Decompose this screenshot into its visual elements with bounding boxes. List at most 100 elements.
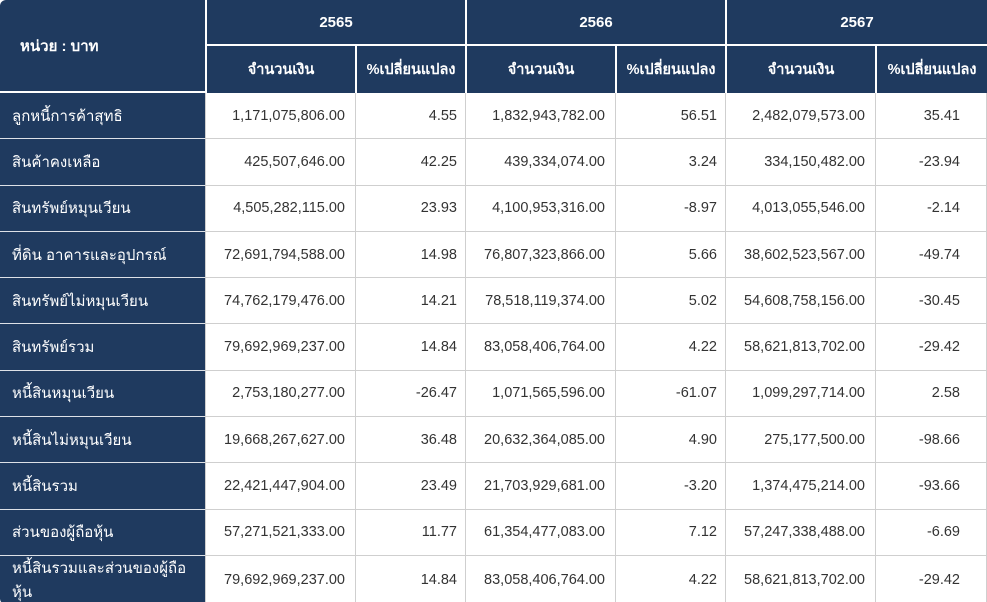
change-2565: 36.48: [355, 417, 465, 464]
amount-2566: 83,058,406,764.00: [465, 555, 615, 602]
row-label: สินทรัพย์รวม: [0, 324, 205, 371]
change-2567: 35.41: [875, 93, 987, 140]
change-2567: -93.66: [875, 463, 987, 510]
row-label: ที่ดิน อาคารและอุปกรณ์: [0, 231, 205, 279]
amount-2567: 334,150,482.00: [725, 139, 875, 186]
amount-2566: 76,807,323,866.00: [465, 231, 615, 279]
amount-2565: 57,271,521,333.00: [205, 509, 355, 556]
change-2566: 4.22: [615, 324, 725, 371]
amount-2565: 74,762,179,476.00: [205, 278, 355, 325]
change-2565: 14.98: [355, 231, 465, 279]
change-2566: 4.90: [615, 417, 725, 464]
row-label: สินทรัพย์ไม่หมุนเวียน: [0, 278, 205, 325]
change-2567: -6.69: [875, 509, 987, 556]
amount-2566: 83,058,406,764.00: [465, 324, 615, 371]
amount-2567: 57,247,338,488.00: [725, 509, 875, 556]
change-2565: 42.25: [355, 139, 465, 186]
change-2565: 14.84: [355, 324, 465, 371]
change-2565: 11.77: [355, 509, 465, 556]
change-2567: 2.58: [875, 370, 987, 418]
amount-2566: 439,334,074.00: [465, 139, 615, 186]
amount-2565: 4,505,282,115.00: [205, 185, 355, 232]
amount-2565: 72,691,794,588.00: [205, 231, 355, 279]
change-2567: -29.42: [875, 555, 987, 602]
amount-2566: 20,632,364,085.00: [465, 417, 615, 464]
change-2566: -8.97: [615, 185, 725, 232]
financial-table: หน่วย : บาท 2565 2566 2567 จำนวนเงิน %เป…: [0, 0, 987, 602]
change-2565: 14.21: [355, 278, 465, 325]
change-2566: 5.02: [615, 278, 725, 325]
amount-2567: 1,374,475,214.00: [725, 463, 875, 510]
year-header-row: หน่วย : บาท 2565 2566 2567: [0, 0, 987, 93]
table-row: สินทรัพย์รวม 79,692,969,237.00 14.84 83,…: [0, 324, 987, 371]
amount-2565: 79,692,969,237.00: [205, 555, 355, 602]
change-2567: -23.94: [875, 139, 987, 186]
year-header-2567: 2567: [725, 0, 987, 46]
row-label: ส่วนของผู้ถือหุ้น: [0, 509, 205, 556]
change-2566: 4.22: [615, 555, 725, 602]
change-2567: -29.42: [875, 324, 987, 371]
row-label: หนี้สินรวมและส่วนของผู้ถือหุ้น: [0, 555, 205, 602]
amount-2566: 78,518,119,374.00: [465, 278, 615, 325]
change-2566: -61.07: [615, 370, 725, 418]
table-row: หนี้สินหมุนเวียน 2,753,180,277.00 -26.47…: [0, 370, 987, 418]
table-row: หนี้สินไม่หมุนเวียน 19,668,267,627.00 36…: [0, 417, 987, 464]
table-row: ที่ดิน อาคารและอุปกรณ์ 72,691,794,588.00…: [0, 231, 987, 279]
year-header-2566: 2566: [465, 0, 725, 46]
change-header-2567: %เปลี่ยนแปลง: [875, 46, 987, 93]
change-2567: -98.66: [875, 417, 987, 464]
change-2567: -30.45: [875, 278, 987, 325]
change-2567: -2.14: [875, 185, 987, 232]
amount-2565: 425,507,646.00: [205, 139, 355, 186]
change-2565: 23.93: [355, 185, 465, 232]
change-2566: -3.20: [615, 463, 725, 510]
amount-2566: 21,703,929,681.00: [465, 463, 615, 510]
table-row: ลูกหนี้การค้าสุทธิ 1,171,075,806.00 4.55…: [0, 93, 987, 140]
amount-2566: 1,832,943,782.00: [465, 93, 615, 140]
amount-header-2565: จำนวนเงิน: [205, 46, 355, 93]
row-label: หนี้สินรวม: [0, 463, 205, 510]
amount-2565: 19,668,267,627.00: [205, 417, 355, 464]
amount-2566: 4,100,953,316.00: [465, 185, 615, 232]
change-2565: -26.47: [355, 370, 465, 418]
table-row: สินทรัพย์ไม่หมุนเวียน 74,762,179,476.00 …: [0, 278, 987, 325]
change-2566: 5.66: [615, 231, 725, 279]
row-label: สินค้าคงเหลือ: [0, 139, 205, 186]
amount-header-2567: จำนวนเงิน: [725, 46, 875, 93]
amount-2567: 275,177,500.00: [725, 417, 875, 464]
amount-2565: 22,421,447,904.00: [205, 463, 355, 510]
amount-2567: 54,608,758,156.00: [725, 278, 875, 325]
amount-2567: 4,013,055,546.00: [725, 185, 875, 232]
table-row: สินค้าคงเหลือ 425,507,646.00 42.25 439,3…: [0, 139, 987, 186]
table-row: หนี้สินรวม 22,421,447,904.00 23.49 21,70…: [0, 463, 987, 510]
row-label: หนี้สินหมุนเวียน: [0, 370, 205, 418]
change-2567: -49.74: [875, 231, 987, 279]
financial-comparison-table: หน่วย : บาท 2565 2566 2567 จำนวนเงิน %เป…: [0, 0, 987, 602]
amount-2567: 58,621,813,702.00: [725, 324, 875, 371]
change-header-2566: %เปลี่ยนแปลง: [615, 46, 725, 93]
change-2565: 4.55: [355, 93, 465, 140]
amount-2566: 61,354,477,083.00: [465, 509, 615, 556]
amount-2565: 79,692,969,237.00: [205, 324, 355, 371]
row-label: หนี้สินไม่หมุนเวียน: [0, 417, 205, 464]
table-row: สินทรัพย์หมุนเวียน 4,505,282,115.00 23.9…: [0, 185, 987, 232]
amount-2567: 38,602,523,567.00: [725, 231, 875, 279]
row-label: สินทรัพย์หมุนเวียน: [0, 185, 205, 232]
amount-2566: 1,071,565,596.00: [465, 370, 615, 418]
amount-2567: 58,621,813,702.00: [725, 555, 875, 602]
amount-2567: 2,482,079,573.00: [725, 93, 875, 140]
table-row: หนี้สินรวมและส่วนของผู้ถือหุ้น 79,692,96…: [0, 555, 987, 602]
unit-label-cell: หน่วย : บาท: [0, 0, 205, 93]
change-2566: 56.51: [615, 93, 725, 140]
amount-header-2566: จำนวนเงิน: [465, 46, 615, 93]
year-header-2565: 2565: [205, 0, 465, 46]
amount-2565: 1,171,075,806.00: [205, 93, 355, 140]
change-header-2565: %เปลี่ยนแปลง: [355, 46, 465, 93]
change-2566: 7.12: [615, 509, 725, 556]
amount-2565: 2,753,180,277.00: [205, 370, 355, 418]
amount-2567: 1,099,297,714.00: [725, 370, 875, 418]
change-2565: 23.49: [355, 463, 465, 510]
table-row: ส่วนของผู้ถือหุ้น 57,271,521,333.00 11.7…: [0, 509, 987, 556]
change-2566: 3.24: [615, 139, 725, 186]
change-2565: 14.84: [355, 555, 465, 602]
